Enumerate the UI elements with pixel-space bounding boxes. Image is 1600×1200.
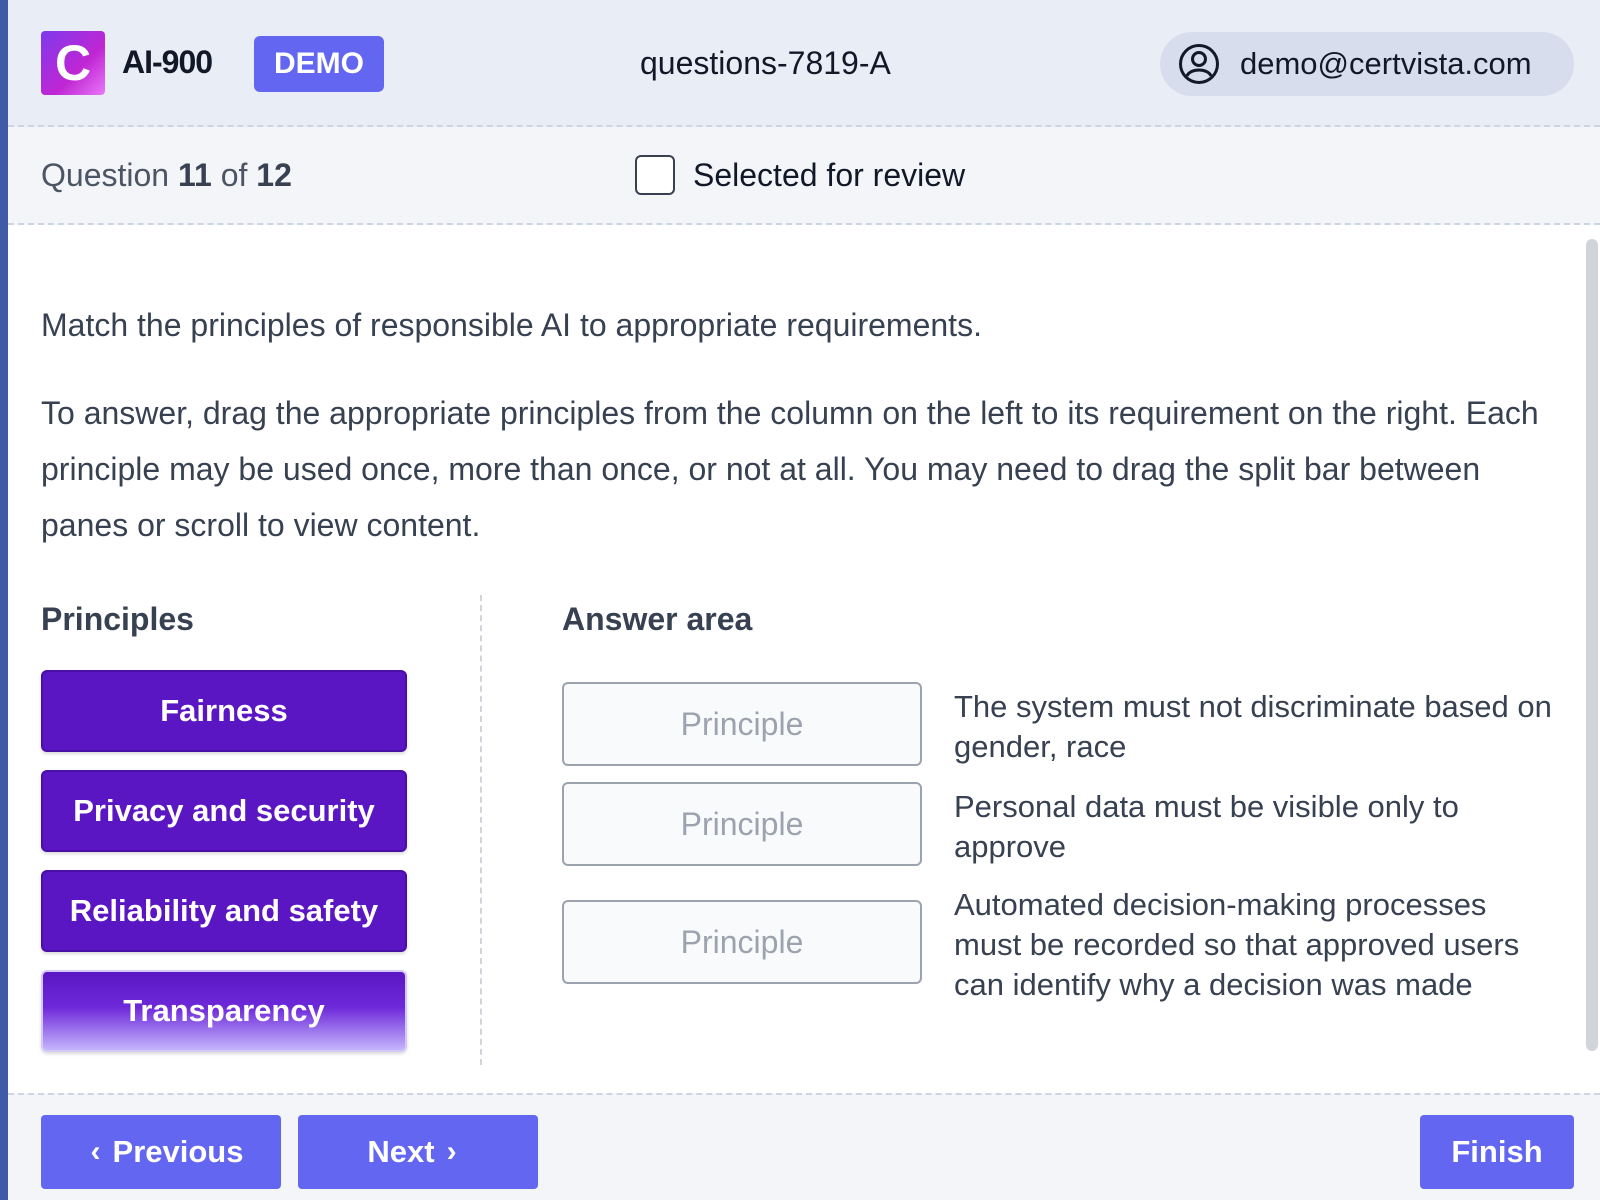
principle-privacy-and-security[interactable]: Privacy and security (41, 770, 407, 852)
question-prompt: Match the principles of responsible AI t… (41, 307, 982, 343)
question-content: Match the principles of responsible AI t… (8, 225, 1600, 1093)
previous-button[interactable]: ‹ Previous (41, 1115, 281, 1189)
review-checkbox[interactable] (635, 155, 675, 195)
answer-drop-slot-3[interactable]: Principle (562, 900, 922, 984)
user-account-pill[interactable]: demo@certvista.com (1160, 32, 1574, 96)
principle-fairness[interactable]: Fairness (41, 670, 407, 752)
next-label: Next (367, 1134, 435, 1169)
navigation-footer: ‹ Previous Next › Finish (8, 1093, 1600, 1200)
requirement-1: The system must not discriminate based o… (954, 689, 1552, 764)
question-of: of (220, 157, 248, 193)
pane-split-bar[interactable] (480, 595, 482, 1065)
question-counter: Question 11 of 12 (41, 157, 292, 194)
next-button[interactable]: Next › (298, 1115, 538, 1189)
question-total: 12 (256, 157, 292, 193)
content-scrollbar[interactable] (1586, 239, 1598, 1051)
questions-id: questions-7819-A (640, 45, 891, 81)
chevron-right-icon: › (446, 1135, 457, 1168)
requirement-2: Personal data must be visible only to ap… (954, 789, 1459, 864)
logo-letter: C (54, 35, 92, 91)
finish-button[interactable]: Finish (1420, 1115, 1574, 1189)
review-label: Selected for review (693, 156, 966, 193)
question-current: 11 (177, 157, 212, 193)
chevron-left-icon: ‹ (90, 1135, 101, 1168)
answer-area-title: Answer area (562, 601, 753, 637)
window-edge (0, 0, 8, 1200)
question-toolbar: Question 11 of 12 Selected for review (8, 127, 1600, 225)
demo-badge: DEMO (254, 36, 384, 92)
exam-app: C AI-900 DEMO questions-7819-A demo@cert… (8, 0, 1600, 1200)
top-header: C AI-900 DEMO questions-7819-A demo@cert… (8, 0, 1600, 127)
finish-label: Finish (1451, 1134, 1543, 1169)
review-toggle[interactable]: Selected for review (635, 155, 965, 195)
app-logo: C (41, 31, 105, 95)
requirement-3: Automated decision-making processes must… (954, 887, 1520, 1002)
previous-label: Previous (112, 1134, 244, 1169)
answer-drop-slot-2[interactable]: Principle (562, 782, 922, 866)
principle-transparency[interactable]: Transparency (41, 970, 407, 1052)
principles-title: Principles (41, 601, 194, 637)
question-prefix: Question (41, 157, 170, 193)
user-circle-icon (1179, 44, 1219, 84)
user-email: demo@certvista.com (1240, 46, 1532, 81)
exam-code: AI-900 (122, 44, 213, 80)
principle-reliability-and-safety[interactable]: Reliability and safety (41, 870, 407, 952)
answer-drop-slot-1[interactable]: Principle (562, 682, 922, 766)
question-instructions: To answer, drag the appropriate principl… (41, 395, 1539, 543)
